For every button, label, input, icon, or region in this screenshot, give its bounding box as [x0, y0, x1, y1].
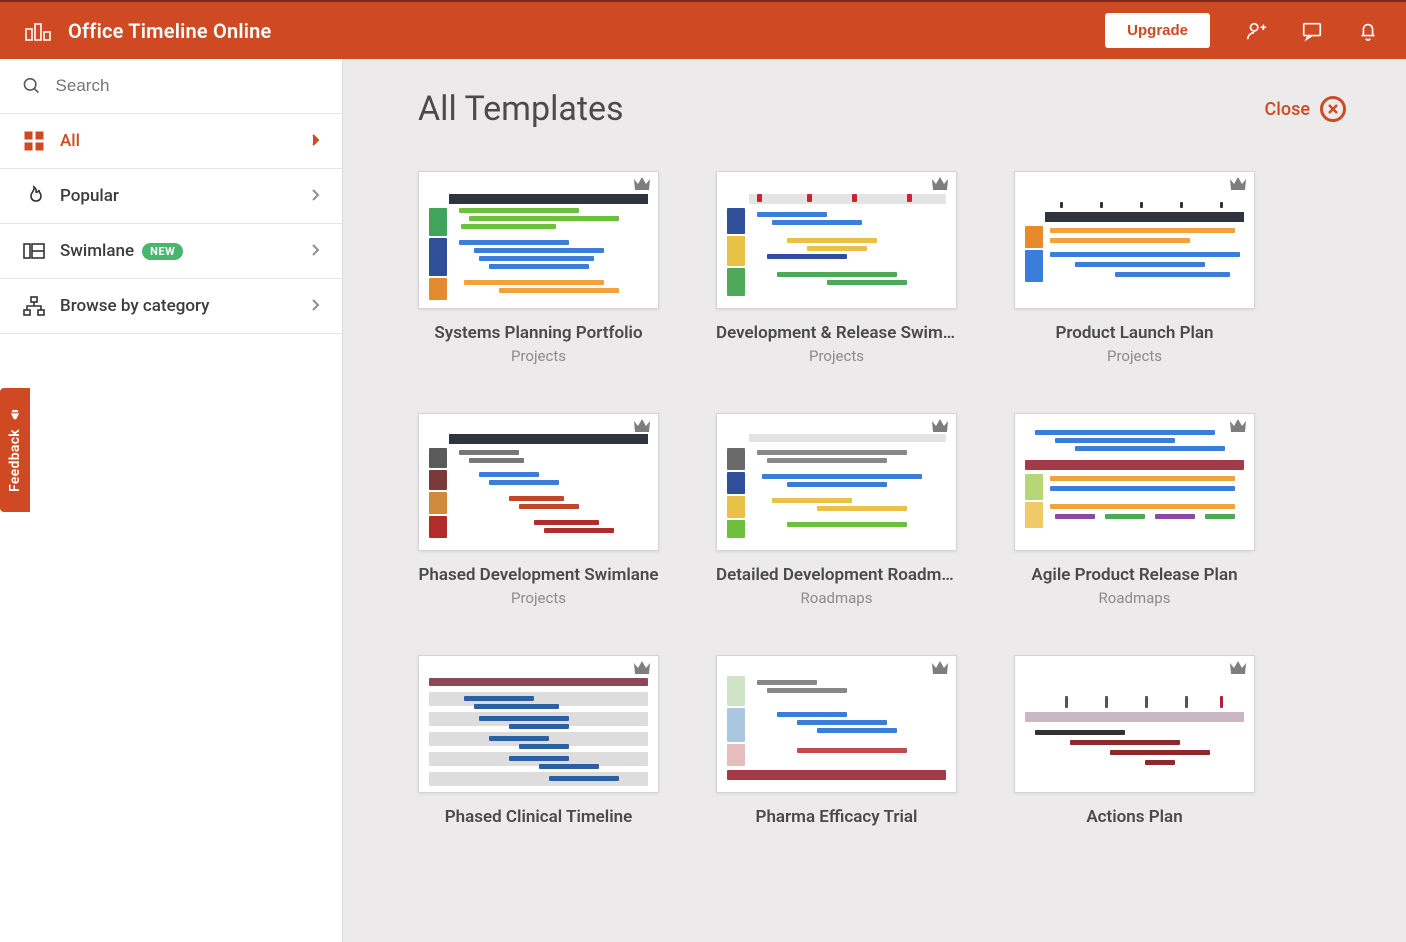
app-title: Office Timeline Online: [68, 19, 271, 43]
sidebar-item-label: Browse by category: [60, 296, 209, 316]
template-thumbnail: [418, 171, 659, 309]
search-icon: [22, 75, 42, 97]
template-title: Actions Plan: [1086, 807, 1182, 827]
template-category: Roadmaps: [1099, 589, 1171, 607]
upgrade-button[interactable]: Upgrade: [1105, 13, 1210, 48]
template-category: Projects: [511, 589, 566, 607]
close-icon: [1320, 96, 1346, 122]
template-card[interactable]: Phased Development Swimlane Projects: [418, 413, 659, 607]
template-title: Pharma Efficacy Trial: [756, 807, 918, 827]
template-thumbnail: [1014, 413, 1255, 551]
template-card[interactable]: Actions Plan: [1014, 655, 1255, 831]
template-title: Agile Product Release Plan: [1031, 565, 1237, 585]
search-row[interactable]: [0, 59, 342, 114]
flame-icon: [22, 185, 46, 207]
feedback-label: Feedback: [7, 430, 23, 493]
template-title: Systems Planning Portfolio: [434, 323, 642, 343]
template-card[interactable]: Systems Planning Portfolio Projects: [418, 171, 659, 365]
swimlane-icon: [22, 240, 46, 262]
template-category: Projects: [511, 347, 566, 365]
chevron-right-icon: [310, 187, 320, 206]
megaphone-icon: [8, 408, 22, 422]
crown-icon: [1228, 660, 1248, 680]
close-button[interactable]: Close: [1265, 96, 1346, 122]
add-user-icon[interactable]: [1234, 11, 1278, 51]
template-title: Product Launch Plan: [1055, 323, 1213, 343]
template-card[interactable]: Pharma Efficacy Trial: [716, 655, 957, 831]
page-title: All Templates: [418, 89, 624, 129]
template-card[interactable]: Phased Clinical Timeline: [418, 655, 659, 831]
feedback-tab[interactable]: Feedback: [0, 388, 30, 512]
template-card[interactable]: Development & Release Swimlane Projects: [716, 171, 957, 365]
crown-icon: [1228, 418, 1248, 438]
template-title: Phased Clinical Timeline: [445, 807, 633, 827]
template-title: Phased Development Swimlane: [418, 565, 658, 585]
sidebar-item-swimlane[interactable]: Swimlane NEW: [0, 224, 342, 279]
bell-icon[interactable]: [1346, 11, 1390, 51]
template-category: Roadmaps: [801, 589, 873, 607]
template-title: Development & Release Swimlane: [716, 323, 957, 343]
template-thumbnail: [1014, 171, 1255, 309]
template-category: Projects: [1107, 347, 1162, 365]
template-card[interactable]: Agile Product Release Plan Roadmaps: [1014, 413, 1255, 607]
crown-icon: [632, 176, 652, 196]
sitemap-icon: [22, 295, 46, 317]
template-card[interactable]: Detailed Development Roadmap Roadmaps: [716, 413, 957, 607]
crown-icon: [930, 660, 950, 680]
app-header: Office Timeline Online Upgrade: [0, 0, 1406, 59]
sidebar-item-label: Swimlane: [60, 241, 134, 261]
sidebar: All Popular Swimlane NEW Browse by categ…: [0, 59, 343, 942]
template-title: Detailed Development Roadmap: [716, 565, 957, 585]
template-thumbnail: [716, 655, 957, 793]
template-grid: Systems Planning Portfolio Projects Deve…: [418, 171, 1346, 831]
main-content: All Templates Close Systems Planning Por…: [343, 59, 1406, 942]
close-label: Close: [1265, 99, 1310, 120]
template-category: Projects: [809, 347, 864, 365]
template-thumbnail: [716, 413, 957, 551]
crown-icon: [930, 176, 950, 196]
sidebar-item-browse-category[interactable]: Browse by category: [0, 279, 342, 334]
chat-icon[interactable]: [1290, 11, 1334, 51]
chevron-right-icon: [310, 132, 320, 151]
sidebar-item-popular[interactable]: Popular: [0, 169, 342, 224]
crown-icon: [632, 660, 652, 680]
search-input[interactable]: [56, 76, 320, 96]
crown-icon: [1228, 176, 1248, 196]
new-badge: NEW: [142, 243, 183, 260]
template-thumbnail: [716, 171, 957, 309]
template-thumbnail: [418, 413, 659, 551]
template-thumbnail: [1014, 655, 1255, 793]
grid-icon: [22, 130, 46, 152]
app-logo-icon: [24, 20, 52, 42]
template-thumbnail: [418, 655, 659, 793]
chevron-right-icon: [310, 242, 320, 261]
template-card[interactable]: Product Launch Plan Projects: [1014, 171, 1255, 365]
chevron-right-icon: [310, 297, 320, 316]
sidebar-item-all[interactable]: All: [0, 114, 342, 169]
sidebar-item-label: All: [60, 131, 80, 151]
sidebar-item-label: Popular: [60, 186, 119, 206]
